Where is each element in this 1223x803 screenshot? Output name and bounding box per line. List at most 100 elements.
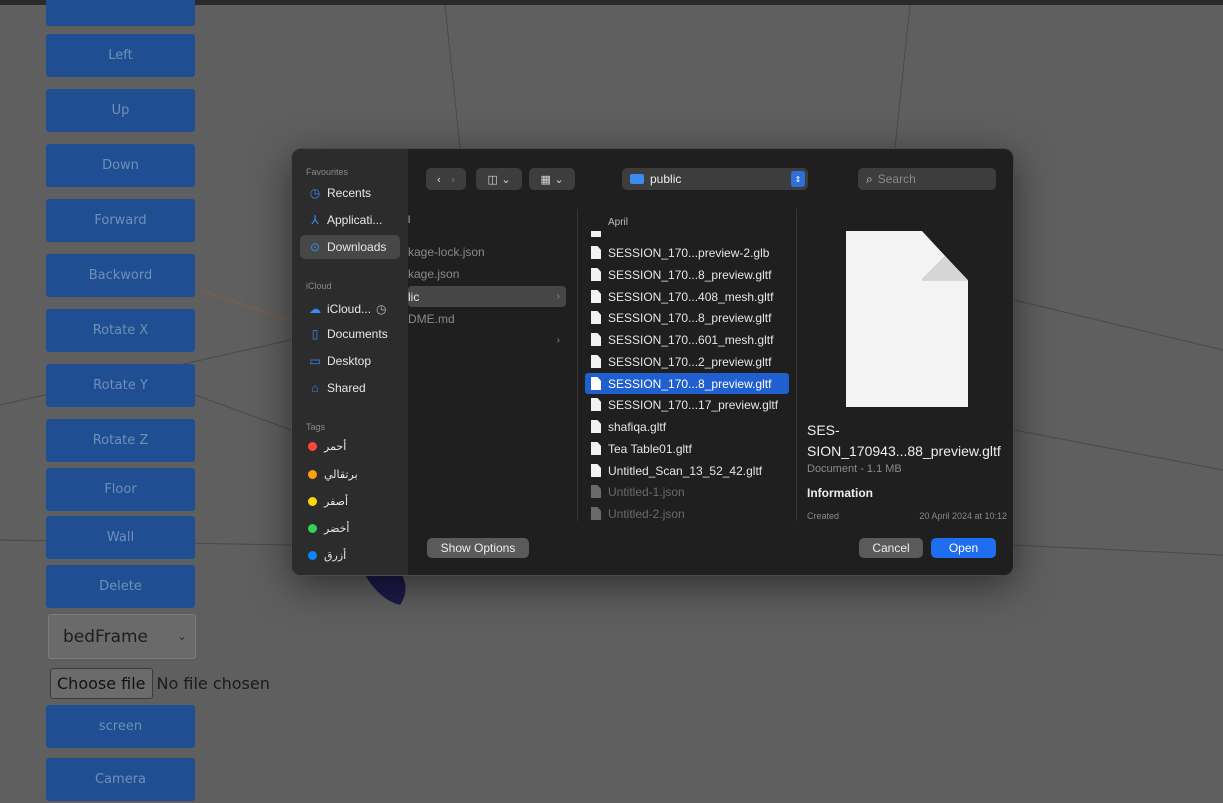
back-forward-buttons[interactable]: ‹ › xyxy=(426,168,466,190)
chevron-left-icon[interactable]: ‹ xyxy=(437,173,441,186)
tag-label: برتقالي xyxy=(324,467,358,481)
file-row-selected[interactable]: SESSION_170...8_preview.gltf xyxy=(585,373,789,394)
file-row[interactable]: SESSION_170...2_preview.gltf xyxy=(585,351,789,372)
preview-filename: SES- SION_170943...88_preview.gltf xyxy=(807,420,1012,462)
down-button[interactable]: Down xyxy=(46,144,195,187)
file-label: Untitled-2.json xyxy=(608,506,685,521)
file-row[interactable]: SESSION_170...preview-2.glb xyxy=(585,242,789,263)
list-item-label: lic xyxy=(408,289,420,304)
page-fold-icon xyxy=(922,231,968,281)
created-row: Created 20 April 2024 at 10:12 xyxy=(807,511,1007,521)
tag-label: أزرق xyxy=(324,548,347,562)
file-label: Tea Table01.gltf xyxy=(608,441,692,456)
list-item[interactable]: kage-lock.json xyxy=(408,241,566,262)
rotate-y-button[interactable]: Rotate Y xyxy=(46,364,195,407)
sidebar-item-shared[interactable]: ⌂ Shared xyxy=(300,376,400,400)
tag-red[interactable]: أحمر xyxy=(308,434,346,458)
preview-meta: Document - 1.1 MB xyxy=(807,463,902,475)
file-row[interactable]: SESSION_170...17_preview.gltf xyxy=(585,394,789,415)
chevron-right-icon: › xyxy=(556,335,560,346)
show-options-button[interactable]: Show Options xyxy=(427,538,529,558)
view-columns-button[interactable]: ◫ ⌄ xyxy=(476,168,522,190)
dialog-sidebar: Favourites ◷ Recents ⅄ Applicati... ⊙ Do… xyxy=(292,149,408,575)
document-icon xyxy=(591,333,601,346)
file-label: SESSION_170...601_mesh.gltf xyxy=(608,332,774,347)
backward-button[interactable]: Backword xyxy=(46,254,195,297)
object-select-value: bedFrame xyxy=(63,626,149,647)
camera-button[interactable]: Camera xyxy=(46,758,195,801)
search-placeholder: Search xyxy=(877,172,916,186)
file-row[interactable]: SESSION_170...8_preview.gltf xyxy=(585,307,789,328)
screen-button[interactable]: screen xyxy=(46,705,195,748)
tag-label: أخضر xyxy=(324,521,350,535)
rotate-x-button[interactable]: Rotate X xyxy=(46,309,195,352)
file-label: shafiqa.gltf xyxy=(608,419,667,434)
delete-button[interactable]: Delete xyxy=(46,565,195,608)
open-file-dialog: Favourites ◷ Recents ⅄ Applicati... ⊙ Do… xyxy=(291,148,1014,576)
file-label: Untitled_Scan_13_52_42.gltf xyxy=(608,463,763,478)
left-button[interactable]: Left xyxy=(46,34,195,77)
preview-filename-line1: SES- xyxy=(807,422,840,438)
sidebar-item-recents[interactable]: ◷ Recents xyxy=(300,181,400,205)
list-item[interactable]: DME.md xyxy=(408,308,566,329)
desktop-icon: ▭ xyxy=(309,354,321,368)
downloads-icon: ⊙ xyxy=(309,240,321,254)
sidebar-item-label: Desktop xyxy=(327,354,372,368)
tag-dot-icon xyxy=(308,496,317,506)
chevron-right-icon[interactable]: › xyxy=(451,173,455,186)
control-button-clipped[interactable] xyxy=(46,0,195,26)
object-select[interactable]: bedFrame ⌄ xyxy=(48,614,196,659)
sidebar-item-desktop[interactable]: ▭ Desktop xyxy=(300,349,400,373)
forward-button[interactable]: Forward xyxy=(46,199,195,242)
favourites-heading: Favourites xyxy=(306,167,349,177)
document-icon xyxy=(591,485,601,498)
file-row[interactable]: SESSION_170...601_mesh.gltf xyxy=(585,329,789,350)
file-row[interactable]: shafiqa.gltf xyxy=(585,416,789,437)
browser-column-1: l kage-lock.json kage.json lic › DME.md … xyxy=(408,209,578,521)
sidebar-item-downloads[interactable]: ⊙ Downloads xyxy=(300,235,400,259)
wall-button[interactable]: Wall xyxy=(46,516,195,559)
file-label: SESSION_170...408_mesh.gltf xyxy=(608,289,774,304)
document-icon xyxy=(591,311,601,324)
group-button[interactable]: ▦ ⌄ xyxy=(529,168,575,190)
floor-button[interactable]: Floor xyxy=(46,468,195,511)
sidebar-item-applications[interactable]: ⅄ Applicati... xyxy=(300,208,400,232)
tag-blue[interactable]: أزرق xyxy=(308,543,346,567)
file-label: SESSION_170...8_preview.gltf xyxy=(608,267,772,282)
file-row[interactable]: Tea Table01.gltf xyxy=(585,438,789,459)
tag-dot-icon xyxy=(308,441,317,451)
file-row[interactable]: SESSION_170...408_mesh.gltf xyxy=(585,286,789,307)
tag-green[interactable]: أخضر xyxy=(308,516,349,540)
up-button[interactable]: Up xyxy=(46,89,195,132)
shared-folder-icon: ⌂ xyxy=(311,381,319,395)
sidebar-item-documents[interactable]: ▯ Documents xyxy=(300,322,400,346)
sidebar-item-icloud[interactable]: ☁ iCloud... ◷ xyxy=(300,297,400,321)
file-preview-icon xyxy=(846,231,968,407)
tag-orange[interactable]: برتقالي xyxy=(308,462,358,486)
tag-dot-icon xyxy=(308,469,317,479)
rotate-z-button[interactable]: Rotate Z xyxy=(46,419,195,462)
file-row[interactable]: SESSION_170...8_preview.gltf xyxy=(585,264,789,285)
open-button[interactable]: Open xyxy=(931,538,996,558)
sidebar-item-label: Recents xyxy=(327,186,372,200)
location-label: public xyxy=(650,172,682,186)
created-value: 20 April 2024 at 10:12 xyxy=(919,511,1007,521)
sidebar-item-label: Applicati... xyxy=(327,213,383,227)
document-icon xyxy=(591,377,601,390)
file-row-clipped[interactable] xyxy=(585,231,789,237)
location-popup[interactable]: public ⇕ xyxy=(622,168,808,190)
tag-label: أحمر xyxy=(324,439,347,453)
tag-dot-icon xyxy=(308,523,317,533)
list-item[interactable]: kage.json xyxy=(408,263,566,284)
cancel-button[interactable]: Cancel xyxy=(859,538,923,558)
sidebar-item-label: Documents xyxy=(327,327,388,341)
list-item-folder[interactable]: › xyxy=(408,330,566,351)
list-item-selected-folder[interactable]: lic › xyxy=(408,286,566,307)
file-row[interactable]: Untitled_Scan_13_52_42.gltf xyxy=(585,460,789,481)
search-input[interactable]: ⌕ Search xyxy=(858,168,996,190)
tag-yellow[interactable]: أصفر xyxy=(308,489,348,513)
no-file-text: No file chosen xyxy=(156,674,270,693)
tag-label: أصفر xyxy=(324,494,349,508)
up-down-chevron-icon: ⇕ xyxy=(791,171,805,187)
choose-file-button[interactable]: Choose file xyxy=(50,668,153,699)
